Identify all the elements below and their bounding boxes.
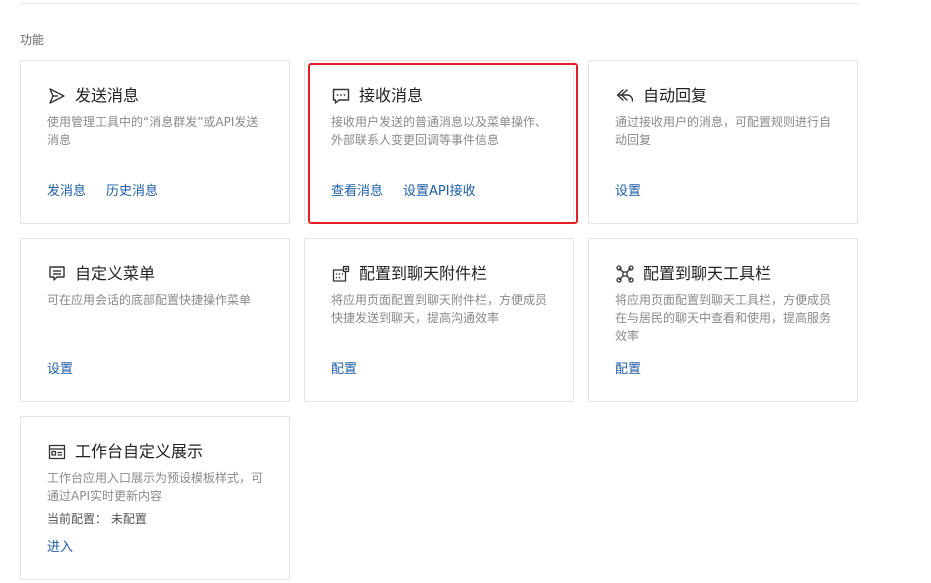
workbench-enter-link[interactable]: 进入 xyxy=(47,539,73,557)
card-header: 自动回复 xyxy=(615,85,707,107)
card-chat-attachment-bar: 配置到聊天附件栏 将应用页面配置到聊天附件栏，方便成员快捷发送到聊天，提高沟通效… xyxy=(304,238,574,402)
custom-menu-settings-link[interactable]: 设置 xyxy=(47,361,73,379)
card-title: 发送消息 xyxy=(75,86,140,105)
card-links: 查看消息 设置API接收 xyxy=(331,183,476,201)
reply-icon xyxy=(615,86,635,106)
current-config-status: 当前配置： 未配置 xyxy=(47,512,147,526)
card-header: 接收消息 xyxy=(331,85,423,107)
set-api-receive-link[interactable]: 设置API接收 xyxy=(403,183,476,201)
message-history-link[interactable]: 历史消息 xyxy=(106,183,158,201)
send-icon xyxy=(47,86,67,106)
card-title: 接收消息 xyxy=(359,86,424,105)
workbench-card-icon xyxy=(47,442,67,462)
card-title: 自定义菜单 xyxy=(75,264,156,283)
card-links: 设置 xyxy=(615,183,641,201)
card-header: 配置到聊天附件栏 xyxy=(331,263,487,285)
view-messages-link[interactable]: 查看消息 xyxy=(331,183,383,201)
chat-bubble-icon xyxy=(331,86,351,106)
card-title: 配置到聊天工具栏 xyxy=(643,264,772,283)
card-description: 通过接收用户的消息，可配置规则进行自动回复 xyxy=(615,115,832,147)
card-receive-message: 接收消息 接收用户发送的普通消息以及菜单操作、外部联系人变更回调等事件信息 查看… xyxy=(304,60,574,224)
card-links: 设置 xyxy=(47,361,73,379)
card-title: 自动回复 xyxy=(643,86,708,105)
card-auto-reply: 自动回复 通过接收用户的消息，可配置规则进行自动回复 设置 xyxy=(588,60,858,224)
card-links: 配置 xyxy=(615,361,641,379)
card-links: 发消息 历史消息 xyxy=(47,183,158,201)
card-workbench-display: 工作台自定义展示 工作台应用入口展示为预设模板样式，可通过API实时更新内容 当… xyxy=(20,416,290,580)
card-title: 配置到聊天附件栏 xyxy=(359,264,488,283)
card-header: 自定义菜单 xyxy=(47,263,155,285)
menu-list-icon xyxy=(47,264,67,284)
auto-reply-settings-link[interactable]: 设置 xyxy=(615,183,641,201)
card-description: 工作台应用入口展示为预设模板样式，可通过API实时更新内容 xyxy=(47,471,264,503)
attachment-bar-configure-link[interactable]: 配置 xyxy=(331,361,357,379)
attachment-bar-icon xyxy=(331,264,351,284)
card-description: 可在应用会话的底部配置快捷操作菜单 xyxy=(47,293,252,307)
card-description: 使用管理工具中的“消息群发”或API发送消息 xyxy=(47,115,259,147)
card-links: 进入 xyxy=(47,539,73,557)
card-send-message: 发送消息 使用管理工具中的“消息群发”或API发送消息 发消息 历史消息 xyxy=(20,60,290,224)
card-header: 工作台自定义展示 xyxy=(47,441,203,463)
send-message-link[interactable]: 发消息 xyxy=(47,183,86,201)
section-label: 功能 xyxy=(20,33,45,47)
card-header: 配置到聊天工具栏 xyxy=(615,263,771,285)
card-description: 将应用页面配置到聊天附件栏，方便成员快捷发送到聊天，提高沟通效率 xyxy=(331,293,548,325)
card-custom-menu: 自定义菜单 可在应用会话的底部配置快捷操作菜单 设置 xyxy=(20,238,290,402)
card-title: 工作台自定义展示 xyxy=(75,442,204,461)
card-links: 配置 xyxy=(331,361,357,379)
card-description: 将应用页面配置到聊天工具栏，方便成员在与居民的聊天中查看和使用，提高服务效率 xyxy=(615,293,832,343)
toolbar-configure-link[interactable]: 配置 xyxy=(615,361,641,379)
top-divider xyxy=(20,3,859,4)
card-header: 发送消息 xyxy=(47,85,139,107)
card-chat-toolbar: 配置到聊天工具栏 将应用页面配置到聊天工具栏，方便成员在与居民的聊天中查看和使用… xyxy=(588,238,858,402)
toolbar-icon xyxy=(615,264,635,284)
card-description: 接收用户发送的普通消息以及菜单操作、外部联系人变更回调等事件信息 xyxy=(331,115,548,147)
